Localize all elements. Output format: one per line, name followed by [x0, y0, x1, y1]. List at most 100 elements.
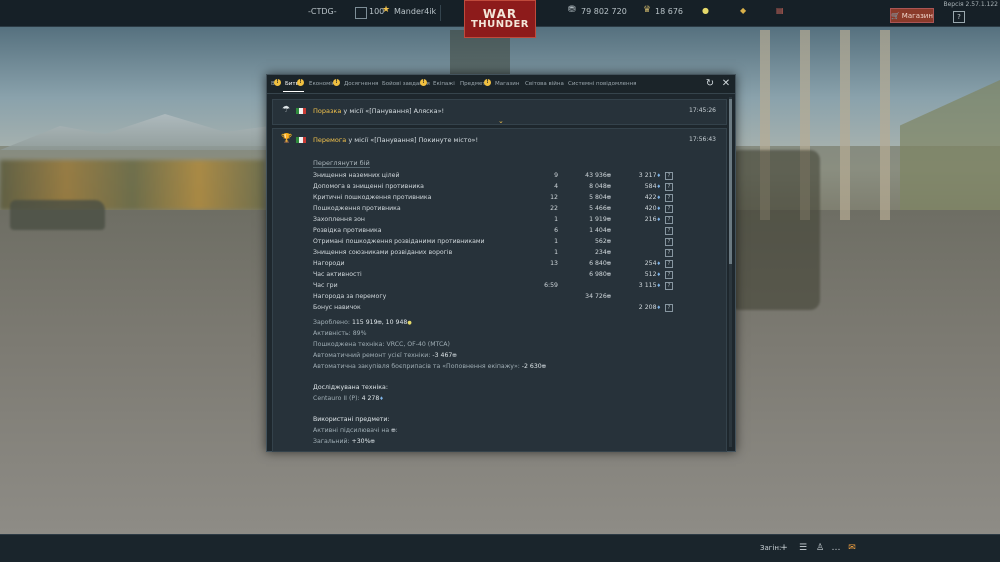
- ticket-icon[interactable]: ▤: [776, 6, 784, 15]
- stat-lions: 1 919⛃: [589, 216, 611, 223]
- stat-rp: 3 115♦: [638, 282, 661, 289]
- question-icon[interactable]: ?: [665, 271, 673, 279]
- tab-world-war[interactable]: Світова війна: [525, 81, 564, 87]
- silver-lions-icon: ⛃: [391, 428, 396, 434]
- stat-rp: 2 208♦: [638, 304, 661, 311]
- tab-items[interactable]: ! Предмети: [460, 79, 491, 87]
- tab-all[interactable]: !Всі: [271, 79, 281, 87]
- question-icon[interactable]: ?: [665, 183, 673, 191]
- question-icon[interactable]: ?: [665, 304, 673, 312]
- question-icon[interactable]: ?: [665, 216, 673, 224]
- stat-lions: 8 048⛃: [589, 183, 611, 190]
- stat-name: Розвідка противника: [313, 227, 382, 234]
- research-title: Досліджувана техніка:: [313, 384, 388, 391]
- chat-icon[interactable]: …: [831, 543, 841, 553]
- question-icon[interactable]: ?: [665, 205, 673, 213]
- silver-lions-icon: ⛃: [606, 206, 611, 212]
- tab-label: Досягнення: [344, 81, 379, 87]
- table-row: Знищення союзниками розвіданих ворогів 1 2…: [313, 248, 673, 259]
- question-icon[interactable]: ?: [665, 249, 673, 257]
- question-icon[interactable]: ?: [665, 282, 673, 290]
- italy-flag-icon: [296, 108, 306, 114]
- question-icon[interactable]: ?: [665, 172, 673, 180]
- notifications-dialog: !Всі !Битви !Економіка Досягнення !Бойов…: [266, 74, 736, 452]
- tab-system-messages[interactable]: Системні повідомлення: [568, 81, 637, 87]
- scrollbar[interactable]: [729, 97, 732, 447]
- stat-rp: 422♦: [644, 194, 661, 201]
- stat-lions: 5 804⛃: [589, 194, 611, 201]
- alert-badge: !: [297, 79, 304, 86]
- help-button[interactable]: ?: [953, 11, 965, 23]
- bottom-bar: Загін: + ☰ ♙ … ✉: [0, 534, 1000, 562]
- scrollbar-thumb[interactable]: [729, 99, 732, 264]
- premium-icon[interactable]: ◆: [740, 6, 746, 15]
- silver-lions-icon: ⛃: [606, 239, 611, 245]
- avatar[interactable]: [355, 7, 367, 19]
- cart-icon: 🛒: [891, 11, 900, 20]
- table-row: Час гри 6:59 3 115♦?: [313, 281, 673, 292]
- add-squad-icon[interactable]: +: [779, 543, 789, 553]
- research-points-icon: ♦: [656, 261, 661, 267]
- stat-rp: 216♦: [644, 216, 661, 223]
- background-vehicle: [730, 150, 820, 310]
- lightbulb-icon[interactable]: ●: [702, 6, 709, 15]
- question-icon[interactable]: ?: [665, 227, 673, 235]
- tab-achievements[interactable]: Досягнення: [344, 81, 378, 87]
- contacts-icon[interactable]: ♙: [815, 543, 825, 553]
- stat-count: 6:59: [544, 282, 558, 289]
- logo-line-2: THUNDER: [470, 19, 529, 30]
- items-title: Використані предмети:: [313, 416, 390, 423]
- stat-rp: 512♦: [644, 271, 661, 278]
- research-points-icon: ♦: [656, 195, 661, 201]
- tab-label: Екіпажі: [433, 81, 455, 87]
- tab-crews[interactable]: Екіпажі: [433, 81, 455, 87]
- research-points-icon: ♦: [656, 283, 661, 289]
- stat-lions: 6 840⛃: [589, 260, 611, 267]
- tab-label: Системні повідомлення: [568, 81, 637, 87]
- question-icon[interactable]: ?: [665, 238, 673, 246]
- battle-stats-table: Знищення наземних цілей 9 43 936⛃ 3 217♦? Д…: [313, 171, 673, 314]
- tab-label: Магазин: [495, 81, 520, 87]
- silver-lions-icon: ⛃: [606, 250, 611, 256]
- research-points-icon: ♦: [379, 396, 384, 402]
- stat-name: Час гри: [313, 282, 338, 289]
- question-icon[interactable]: ?: [665, 194, 673, 202]
- table-row: Знищення наземних цілей 9 43 936⛃ 3 217♦?: [313, 171, 673, 182]
- mail-icon[interactable]: ✉: [847, 543, 857, 553]
- parachute-icon: ☂: [281, 105, 291, 115]
- list-icon[interactable]: ☰: [798, 543, 808, 553]
- review-battle-link[interactable]: Переглянути бій: [313, 159, 370, 168]
- message-text: Поразка у місії «[Панування] Аляска»!: [313, 107, 444, 115]
- tab-economy[interactable]: ! Економіка: [309, 79, 340, 87]
- war-thunder-logo[interactable]: WAR THUNDER: [464, 0, 536, 38]
- refresh-icon[interactable]: ↻: [705, 79, 715, 89]
- silver-lions-icon: ⛃: [370, 439, 375, 445]
- stat-lions: 562⛃: [594, 238, 611, 245]
- stat-rp: 3 217♦: [638, 172, 661, 179]
- username[interactable]: Mander4ik: [394, 7, 436, 16]
- squad-tag[interactable]: -CTDG-: [308, 7, 337, 16]
- background-tank: [10, 200, 105, 230]
- expand-chevron-icon[interactable]: ⌄: [498, 117, 504, 125]
- table-row: Нагороди 13 6 840⛃ 254♦?: [313, 259, 673, 270]
- research-points-icon: ♦: [656, 217, 661, 223]
- table-row: Критичні пошкодження противника 12 5 804⛃ 4…: [313, 193, 673, 204]
- stat-name: Критичні пошкодження противника: [313, 194, 432, 201]
- stat-name: Захоплення зон: [313, 216, 365, 223]
- activity-summary: Активність: 89%: [313, 330, 367, 337]
- stat-lions: 234⛃: [594, 249, 611, 256]
- message-mission: у місії «[Панування] Аляска»!: [341, 107, 445, 115]
- message-status: Перемога: [313, 136, 347, 144]
- message-defeat[interactable]: ☂ Поразка у місії «[Панування] Аляска»! …: [272, 99, 727, 125]
- stat-lions: 6 980⛃: [589, 271, 611, 278]
- tab-shop[interactable]: Магазин: [495, 81, 519, 87]
- tab-battles[interactable]: ! Битви: [282, 79, 305, 92]
- research-vehicle: Centauro II (P): 4 278♦: [313, 395, 384, 402]
- close-icon[interactable]: ✕: [721, 79, 731, 89]
- shop-button[interactable]: 🛒 Магазин: [890, 8, 934, 23]
- table-row: Час активності 6 980⛃ 512♦?: [313, 270, 673, 281]
- question-icon[interactable]: ?: [665, 260, 673, 268]
- tab-battle-tasks[interactable]: ! Бойові завдання: [382, 79, 430, 87]
- message-victory[interactable]: 🏆 Перемога у місії «[Панування] Покинуте…: [272, 128, 727, 452]
- stat-lions: 5 466⛃: [589, 205, 611, 212]
